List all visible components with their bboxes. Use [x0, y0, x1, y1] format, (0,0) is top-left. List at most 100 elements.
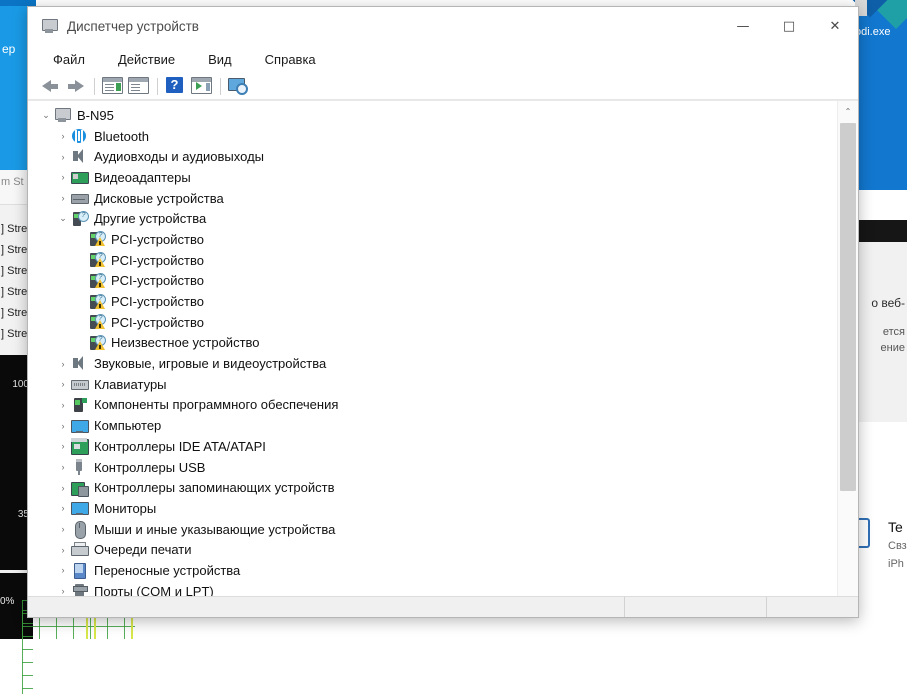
chevron-down-icon[interactable]: ⌄: [38, 107, 54, 123]
chevron-right-icon[interactable]: ›: [55, 376, 71, 392]
minimize-button[interactable]: —: [720, 7, 766, 46]
bg-left-row-1: ] Stre: [1, 244, 28, 256]
tree-node-software-components[interactable]: › Компоненты программного обеспечения: [28, 395, 837, 416]
bg-right-text-0: о веб-: [871, 296, 905, 310]
tree-node-label: Клавиатуры: [94, 376, 167, 392]
tree-node-usb-controllers[interactable]: › Контроллеры USB: [28, 457, 837, 478]
chevron-right-icon[interactable]: ›: [55, 459, 71, 475]
bg-left-row-3: ] Stre: [1, 286, 28, 298]
mouse-icon: [71, 521, 88, 540]
chevron-right-icon[interactable]: ›: [55, 418, 71, 434]
toolbar: ?: [28, 73, 858, 100]
unknown-device-icon: ?: [88, 293, 106, 310]
menu-view[interactable]: Вид: [203, 49, 237, 70]
tree-node-label: Мониторы: [94, 500, 157, 516]
chevron-right-icon[interactable]: ›: [55, 562, 71, 578]
menu-help[interactable]: Справка: [260, 49, 321, 70]
disk-drive-icon: [71, 190, 89, 206]
tree-node-pci-device[interactable]: ? PCI-устройство: [28, 291, 837, 312]
tree-node-label: Компоненты программного обеспечения: [94, 397, 339, 413]
tree-node-label: Bluetooth: [94, 128, 149, 144]
tree-node-label: Неизвестное устройство: [111, 335, 260, 351]
tree-node-pci-device[interactable]: ? PCI-устройство: [28, 312, 837, 333]
bg-left-row-5: ] Stre: [1, 328, 28, 340]
display-adapter-icon: [71, 169, 89, 185]
tree-node-sound-video-game[interactable]: › Звуковые, игровые и видеоустройства: [28, 353, 837, 374]
tree-node-pci-device[interactable]: ? PCI-устройство: [28, 271, 837, 292]
other-devices-icon: ?: [71, 210, 89, 227]
audio-icon: [71, 355, 88, 372]
storage-controller-icon: [71, 480, 89, 497]
forward-icon[interactable]: [63, 75, 89, 97]
show-hidden-devices-icon[interactable]: [226, 75, 252, 97]
device-manager-window: Диспетчер устройств — □ ✕ Файл Действие …: [27, 6, 859, 618]
tree-node-other-devices[interactable]: ⌄ ? Другие устройства: [28, 208, 837, 229]
bg-right-card-sub-0: Свз: [888, 540, 907, 552]
menu-file[interactable]: Файл: [48, 49, 90, 70]
chevron-right-icon[interactable]: ›: [55, 480, 71, 496]
usb-controller-icon: [71, 459, 88, 476]
tree-node-disk-drives[interactable]: › Дисковые устройства: [28, 188, 837, 209]
tree-node-ide-controllers[interactable]: › Контроллеры IDE ATA/ATAPI: [28, 436, 837, 457]
tree-node-label: Контроллеры запоминающих устройств: [94, 480, 335, 496]
tree-node-mice[interactable]: › Мыши и иные указывающие устройства: [28, 519, 837, 540]
tree-node-unknown-device[interactable]: ? Неизвестное устройство: [28, 333, 837, 354]
tree-node-audio-io[interactable]: › Аудиовходы и аудиовыходы: [28, 146, 837, 167]
scroll-up-icon[interactable]: ⌃: [838, 101, 858, 121]
tree-node-pci-device[interactable]: ? PCI-устройство: [28, 250, 837, 271]
unknown-device-icon: ?: [88, 272, 106, 289]
toolbar-separator-2: [157, 77, 158, 95]
computer-icon: [54, 107, 71, 123]
update-driver-icon[interactable]: [126, 75, 152, 97]
monitor-icon: [71, 500, 89, 516]
tree-node-portable-devices[interactable]: › Переносные устройства: [28, 560, 837, 581]
tree-node-label: PCI-устройство: [111, 273, 204, 289]
tree-node-print-queues[interactable]: › Очереди печати: [28, 539, 837, 560]
chevron-right-icon[interactable]: ›: [55, 128, 71, 144]
maximize-button[interactable]: □: [766, 7, 812, 46]
window-controls: — □ ✕: [720, 7, 858, 46]
close-icon: ✕: [829, 19, 841, 34]
bg-left-blue-text: ep: [2, 42, 16, 56]
bg-right-text-2: ение: [880, 342, 905, 354]
printer-icon: [71, 541, 89, 558]
window-titlebar[interactable]: Диспетчер устройств — □ ✕: [28, 7, 858, 46]
bg-left-row-4: ] Stre: [1, 307, 28, 319]
chevron-right-icon[interactable]: ›: [55, 397, 71, 413]
chevron-right-icon[interactable]: ›: [55, 149, 71, 165]
tree-node-bluetooth[interactable]: › Bluetooth: [28, 126, 837, 147]
tree-node-label: Дисковые устройства: [94, 190, 224, 206]
tree-node-keyboards[interactable]: › Клавиатуры: [28, 374, 837, 395]
unknown-device-icon: ?: [88, 231, 106, 247]
tree-node-monitors[interactable]: › Мониторы: [28, 498, 837, 519]
tree-node-pci-device[interactable]: ? PCI-устройство: [28, 229, 837, 250]
scan-hardware-icon[interactable]: [189, 75, 215, 97]
tree-node-label: Аудиовходы и аудиовыходы: [94, 149, 264, 165]
tree-node-label: Контроллеры IDE ATA/ATAPI: [94, 438, 266, 454]
chevron-right-icon[interactable]: ›: [55, 438, 71, 454]
tree-node-root[interactable]: ⌄ B-N95: [28, 105, 837, 126]
chevron-right-icon[interactable]: ›: [55, 356, 71, 372]
chevron-down-icon[interactable]: ⌄: [55, 211, 71, 227]
chevron-right-icon[interactable]: ›: [55, 169, 71, 185]
portable-device-icon: [71, 562, 88, 580]
tree-node-label: Звуковые, игровые и видеоустройства: [94, 356, 327, 372]
properties-icon[interactable]: [100, 75, 126, 97]
chevron-right-icon[interactable]: ›: [55, 190, 71, 206]
software-component-icon: [71, 397, 88, 413]
tree-node-display-adapters[interactable]: › Видеоадаптеры: [28, 167, 837, 188]
tree-vertical-scrollbar[interactable]: ⌃ ⌄: [837, 101, 858, 606]
help-icon[interactable]: ?: [163, 75, 189, 97]
close-button[interactable]: ✕: [812, 7, 858, 46]
chevron-right-icon[interactable]: ›: [55, 500, 71, 516]
tree-node-label: Мыши и иные указывающие устройства: [94, 521, 336, 537]
unknown-device-icon: ?: [88, 314, 106, 330]
scrollbar-thumb[interactable]: [840, 123, 856, 491]
keyboard-icon: [71, 376, 89, 392]
tree-node-computer[interactable]: › Компьютер: [28, 415, 837, 436]
chevron-right-icon[interactable]: ›: [55, 521, 71, 537]
back-icon[interactable]: [37, 75, 63, 97]
chevron-right-icon[interactable]: ›: [55, 542, 71, 558]
tree-node-storage-controllers[interactable]: › Контроллеры запоминающих устройств: [28, 477, 837, 498]
menu-action[interactable]: Действие: [113, 49, 180, 70]
